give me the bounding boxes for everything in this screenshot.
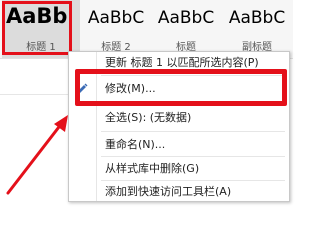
menu-item-select-all[interactable]: 全选(S): (无数据) (69, 108, 289, 128)
menu-item-label: 添加到快速访问工具栏(A) (105, 185, 232, 198)
tile-highlight-box (2, 1, 72, 55)
menu-item-remove-from-gallery[interactable]: 从样式库中删除(G) (69, 159, 289, 179)
style-tile-subtitle[interactable]: AaBbC 副标题 (222, 0, 292, 58)
document-divider (0, 94, 68, 95)
style-tile-title[interactable]: AaBbC 标题 (152, 0, 220, 58)
menu-item-add-to-quick-access[interactable]: 添加到快速访问工具栏(A) (69, 182, 289, 202)
menu-item-label: 全选(S): (无数据) (105, 111, 192, 124)
menu-item-label: 从样式库中删除(G) (105, 162, 200, 175)
style-sample: AaBbC (87, 8, 145, 28)
menu-separator (101, 131, 285, 132)
style-tile-heading-2[interactable]: AaBbC 标题 2 (82, 0, 150, 58)
menu-separator (101, 156, 285, 157)
menu-item-label: 重命名(N)... (105, 138, 166, 151)
menu-separator (101, 180, 285, 181)
style-sample: AaBbC (157, 8, 215, 28)
style-sample: AaBbC (228, 8, 286, 28)
menu-item-rename[interactable]: 重命名(N)... (69, 135, 289, 155)
menu-highlight-box (75, 69, 287, 106)
